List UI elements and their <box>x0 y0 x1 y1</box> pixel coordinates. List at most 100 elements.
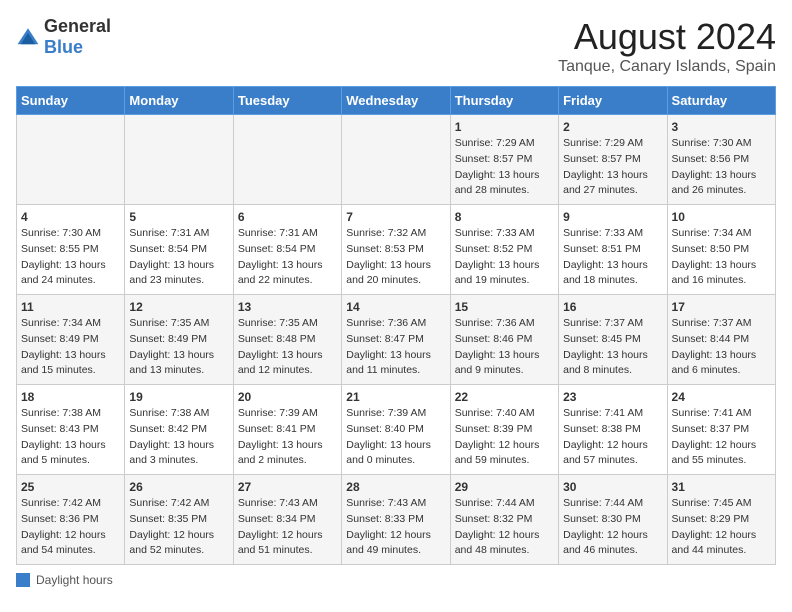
week-row-4: 25 Sunrise: 7:42 AM Sunset: 8:36 PM Dayli… <box>17 475 776 565</box>
day-number: 17 <box>672 300 771 314</box>
day-info: Sunrise: 7:37 AM Sunset: 8:44 PM Dayligh… <box>672 316 771 379</box>
day-info: Sunrise: 7:42 AM Sunset: 8:35 PM Dayligh… <box>129 496 228 559</box>
day-info: Sunrise: 7:42 AM Sunset: 8:36 PM Dayligh… <box>21 496 120 559</box>
day-number: 19 <box>129 390 228 404</box>
day-cell: 7Sunrise: 7:32 AM Sunset: 8:53 PM Daylig… <box>342 205 450 295</box>
logo-blue-text: Blue <box>44 37 83 57</box>
day-info: Sunrise: 7:34 AM Sunset: 8:50 PM Dayligh… <box>672 226 771 289</box>
logo-icon <box>16 25 40 49</box>
day-info: Sunrise: 7:32 AM Sunset: 8:53 PM Dayligh… <box>346 226 445 289</box>
day-info: Sunrise: 7:45 AM Sunset: 8:29 PM Dayligh… <box>672 496 771 559</box>
day-info: Sunrise: 7:44 AM Sunset: 8:30 PM Dayligh… <box>563 496 662 559</box>
legend-label: Daylight hours <box>36 573 113 587</box>
day-number: 31 <box>672 480 771 494</box>
week-row-2: 11Sunrise: 7:34 AM Sunset: 8:49 PM Dayli… <box>17 295 776 385</box>
day-number: 15 <box>455 300 554 314</box>
main-title: August 2024 <box>558 16 776 58</box>
day-info: Sunrise: 7:33 AM Sunset: 8:52 PM Dayligh… <box>455 226 554 289</box>
day-cell: 26 Sunrise: 7:42 AM Sunset: 8:35 PM Dayli… <box>125 475 233 565</box>
day-number: 13 <box>238 300 337 314</box>
day-number: 4 <box>21 210 120 224</box>
day-info: Sunrise: 7:37 AM Sunset: 8:45 PM Dayligh… <box>563 316 662 379</box>
day-cell: 24 Sunrise: 7:41 AM Sunset: 8:37 PM Dayli… <box>667 385 775 475</box>
day-number: 5 <box>129 210 228 224</box>
calendar-table: SundayMondayTuesdayWednesdayThursdayFrid… <box>16 86 776 565</box>
day-cell: 19Sunrise: 7:38 AM Sunset: 8:42 PM Dayli… <box>125 385 233 475</box>
header-cell-wednesday: Wednesday <box>342 87 450 115</box>
day-cell: 30Sunrise: 7:44 AM Sunset: 8:30 PM Dayli… <box>559 475 667 565</box>
day-number: 29 <box>455 480 554 494</box>
header: General Blue August 2024 Tanque, Canary … <box>16 16 776 76</box>
day-info: Sunrise: 7:35 AM Sunset: 8:49 PM Dayligh… <box>129 316 228 379</box>
header-cell-tuesday: Tuesday <box>233 87 341 115</box>
day-info: Sunrise: 7:33 AM Sunset: 8:51 PM Dayligh… <box>563 226 662 289</box>
day-number: 24 <box>672 390 771 404</box>
day-info: Sunrise: 7:41 AM Sunset: 8:37 PM Dayligh… <box>672 406 771 469</box>
day-cell: 27 Sunrise: 7:43 AM Sunset: 8:34 PM Dayli… <box>233 475 341 565</box>
day-cell: 14 Sunrise: 7:36 AM Sunset: 8:47 PM Dayli… <box>342 295 450 385</box>
subtitle: Tanque, Canary Islands, Spain <box>558 58 776 76</box>
week-row-1: 4 Sunrise: 7:30 AM Sunset: 8:55 PM Daylig… <box>17 205 776 295</box>
day-cell <box>125 115 233 205</box>
calendar-header: SundayMondayTuesdayWednesdayThursdayFrid… <box>17 87 776 115</box>
calendar-body: 1 Sunrise: 7:29 AM Sunset: 8:57 PM Daylig… <box>17 115 776 565</box>
header-cell-saturday: Saturday <box>667 87 775 115</box>
day-cell: 13 Sunrise: 7:35 AM Sunset: 8:48 PM Dayli… <box>233 295 341 385</box>
day-info: Sunrise: 7:43 AM Sunset: 8:33 PM Dayligh… <box>346 496 445 559</box>
day-number: 8 <box>455 210 554 224</box>
day-cell: 31 Sunrise: 7:45 AM Sunset: 8:29 PM Dayli… <box>667 475 775 565</box>
day-cell: 12 Sunrise: 7:35 AM Sunset: 8:49 PM Dayli… <box>125 295 233 385</box>
day-number: 12 <box>129 300 228 314</box>
day-cell: 2 Sunrise: 7:29 AM Sunset: 8:57 PM Daylig… <box>559 115 667 205</box>
day-info: Sunrise: 7:43 AM Sunset: 8:34 PM Dayligh… <box>238 496 337 559</box>
day-cell: 20 Sunrise: 7:39 AM Sunset: 8:41 PM Dayli… <box>233 385 341 475</box>
day-cell: 15 Sunrise: 7:36 AM Sunset: 8:46 PM Dayli… <box>450 295 558 385</box>
day-cell: 1Sunrise: 7:29 AM Sunset: 8:57 PM Daylig… <box>450 115 558 205</box>
header-row: SundayMondayTuesdayWednesdayThursdayFrid… <box>17 87 776 115</box>
week-row-3: 18Sunrise: 7:38 AM Sunset: 8:43 PM Dayli… <box>17 385 776 475</box>
day-cell: 6 Sunrise: 7:31 AM Sunset: 8:54 PM Daylig… <box>233 205 341 295</box>
day-info: Sunrise: 7:29 AM Sunset: 8:57 PM Dayligh… <box>563 136 662 199</box>
day-number: 10 <box>672 210 771 224</box>
logo: General Blue <box>16 16 111 58</box>
day-cell: 29 Sunrise: 7:44 AM Sunset: 8:32 PM Dayli… <box>450 475 558 565</box>
day-info: Sunrise: 7:31 AM Sunset: 8:54 PM Dayligh… <box>238 226 337 289</box>
day-cell: 3Sunrise: 7:30 AM Sunset: 8:56 PM Daylig… <box>667 115 775 205</box>
day-cell: 21Sunrise: 7:39 AM Sunset: 8:40 PM Dayli… <box>342 385 450 475</box>
day-info: Sunrise: 7:39 AM Sunset: 8:40 PM Dayligh… <box>346 406 445 469</box>
logo-general-text: General <box>44 16 111 36</box>
day-number: 20 <box>238 390 337 404</box>
day-number: 25 <box>21 480 120 494</box>
day-number: 6 <box>238 210 337 224</box>
day-number: 26 <box>129 480 228 494</box>
day-number: 27 <box>238 480 337 494</box>
day-cell <box>17 115 125 205</box>
day-cell: 18Sunrise: 7:38 AM Sunset: 8:43 PM Dayli… <box>17 385 125 475</box>
day-info: Sunrise: 7:41 AM Sunset: 8:38 PM Dayligh… <box>563 406 662 469</box>
day-number: 14 <box>346 300 445 314</box>
day-number: 22 <box>455 390 554 404</box>
day-info: Sunrise: 7:36 AM Sunset: 8:47 PM Dayligh… <box>346 316 445 379</box>
day-number: 18 <box>21 390 120 404</box>
day-info: Sunrise: 7:30 AM Sunset: 8:56 PM Dayligh… <box>672 136 771 199</box>
day-info: Sunrise: 7:30 AM Sunset: 8:55 PM Dayligh… <box>21 226 120 289</box>
day-info: Sunrise: 7:31 AM Sunset: 8:54 PM Dayligh… <box>129 226 228 289</box>
day-cell: 16 Sunrise: 7:37 AM Sunset: 8:45 PM Dayli… <box>559 295 667 385</box>
day-number: 1 <box>455 120 554 134</box>
day-info: Sunrise: 7:44 AM Sunset: 8:32 PM Dayligh… <box>455 496 554 559</box>
header-cell-friday: Friday <box>559 87 667 115</box>
day-info: Sunrise: 7:35 AM Sunset: 8:48 PM Dayligh… <box>238 316 337 379</box>
day-cell: 5 Sunrise: 7:31 AM Sunset: 8:54 PM Daylig… <box>125 205 233 295</box>
day-number: 2 <box>563 120 662 134</box>
day-info: Sunrise: 7:34 AM Sunset: 8:49 PM Dayligh… <box>21 316 120 379</box>
day-info: Sunrise: 7:39 AM Sunset: 8:41 PM Dayligh… <box>238 406 337 469</box>
day-cell <box>233 115 341 205</box>
day-cell: 9 Sunrise: 7:33 AM Sunset: 8:51 PM Daylig… <box>559 205 667 295</box>
day-number: 23 <box>563 390 662 404</box>
day-cell: 11Sunrise: 7:34 AM Sunset: 8:49 PM Dayli… <box>17 295 125 385</box>
day-number: 9 <box>563 210 662 224</box>
header-cell-sunday: Sunday <box>17 87 125 115</box>
day-info: Sunrise: 7:36 AM Sunset: 8:46 PM Dayligh… <box>455 316 554 379</box>
day-cell: 17 Sunrise: 7:37 AM Sunset: 8:44 PM Dayli… <box>667 295 775 385</box>
day-number: 16 <box>563 300 662 314</box>
